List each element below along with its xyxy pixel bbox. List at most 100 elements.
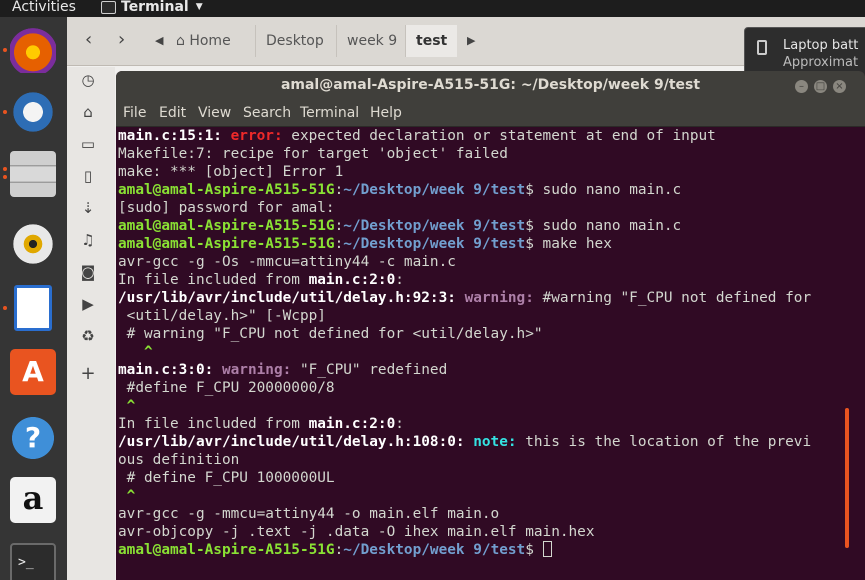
terminal-line: ^ <box>118 397 843 415</box>
terminal-text: make: *** [object] Error 1 <box>118 164 344 180</box>
breadcrumb-week9[interactable]: week 9 <box>336 25 407 57</box>
terminal-text: ~/Desktop/week 9/test <box>343 218 526 234</box>
terminal-line: amal@amal-Aspire-A515-51G:~/Desktop/week… <box>118 217 843 235</box>
terminal-text: In file included from <box>118 272 309 288</box>
terminal-line: /usr/lib/avr/include/util/delay.h:108:0:… <box>118 433 843 451</box>
back-icon[interactable]: ‹ <box>85 29 92 50</box>
terminal-line: ^ <box>118 487 843 505</box>
downloads-icon[interactable]: ⇣ <box>79 199 97 217</box>
chevron-left-icon[interactable]: ◀ <box>155 34 163 47</box>
terminal-line: Makefile:7: recipe for target 'object' f… <box>118 145 843 163</box>
documents-icon[interactable]: ▯ <box>79 167 97 185</box>
terminal-line: avr-objcopy -j .text -j .data -O ihex ma… <box>118 523 843 541</box>
terminal-text: : <box>334 218 344 234</box>
terminal-text: ^ <box>118 344 153 360</box>
terminal-titlebar[interactable]: amal@amal-Aspire-A515-51G: ~/Desktop/wee… <box>116 71 865 101</box>
minimize-icon[interactable]: – <box>795 80 808 93</box>
terminal-text: warning: <box>464 290 543 306</box>
terminal-text: ^ <box>118 488 136 504</box>
terminal-text: expected declaration or statement at end… <box>291 128 716 144</box>
terminal-scrollbar[interactable] <box>845 408 849 548</box>
terminal-text: #define F_CPU 20000000/8 <box>118 380 335 396</box>
terminal-text: : <box>334 236 344 252</box>
terminal-text: [sudo] password for amal: <box>118 200 335 216</box>
terminal-line: ^ <box>118 343 843 361</box>
terminal-text: error: <box>230 128 292 144</box>
terminal-text: : <box>334 542 344 558</box>
forward-icon[interactable]: › <box>118 29 125 50</box>
terminal-text: $ sudo nano main.c <box>525 218 682 234</box>
menu-terminal[interactable]: Terminal <box>300 105 359 121</box>
menu-search[interactable]: Search <box>243 105 291 121</box>
terminal-text: avr-objcopy -j .text -j .data -O ihex ma… <box>118 524 595 540</box>
running-indicator <box>3 167 7 171</box>
writer-icon[interactable] <box>14 285 52 331</box>
terminal-text: main.c:15:1: <box>118 128 231 144</box>
files-icon[interactable] <box>10 151 56 197</box>
terminal-text: avr-gcc -g -Os -mmcu=attiny44 -c main.c <box>118 254 456 270</box>
menu-view[interactable]: View <box>198 105 231 121</box>
terminal-text: # define F_CPU 1000000UL <box>118 470 335 486</box>
terminal-line: avr-gcc -g -mmcu=attiny44 -o main.elf ma… <box>118 505 843 523</box>
terminal-line: #define F_CPU 20000000/8 <box>118 379 843 397</box>
terminal-text: $ sudo nano main.c <box>525 182 682 198</box>
pictures-icon[interactable]: ◙ <box>79 263 97 281</box>
rhythmbox-icon[interactable] <box>10 221 56 267</box>
amazon-icon[interactable]: a <box>10 477 56 523</box>
app-menu-label: Terminal <box>121 0 189 15</box>
videos-icon[interactable]: ▶ <box>79 295 97 313</box>
other-locations-icon[interactable]: + <box>79 365 97 383</box>
app-menu[interactable]: Terminal ▼ <box>101 0 203 15</box>
breadcrumb-test[interactable]: test <box>405 25 458 57</box>
home-icon[interactable]: ⌂ <box>79 103 97 121</box>
terminal-text: /usr/lib/avr/include/util/delay.h:92:3: <box>118 290 465 306</box>
battery-icon <box>757 40 767 55</box>
terminal-text: ~/Desktop/week 9/test <box>343 182 526 198</box>
terminal-line: # warning "F_CPU not defined for <util/d… <box>118 325 843 343</box>
terminal-text: this is the location of the previ <box>525 434 812 450</box>
help-icon[interactable]: ? <box>10 415 56 461</box>
terminal-line: amal@amal-Aspire-A515-51G:~/Desktop/week… <box>118 181 843 199</box>
firefox-icon[interactable] <box>10 27 56 73</box>
desktop-icon[interactable]: ▭ <box>79 135 97 153</box>
top-panel: Activities Terminal ▼ <box>0 0 865 17</box>
recent-icon[interactable]: ◷ <box>79 71 97 89</box>
activities-button[interactable]: Activities <box>12 0 76 15</box>
terminal-dock-icon[interactable]: >_ <box>10 543 56 580</box>
menu-help[interactable]: Help <box>370 105 402 121</box>
terminal-text: amal@amal-Aspire-A515-51G <box>118 236 335 252</box>
terminal-output[interactable]: main.c:15:1: error: expected declaration… <box>118 127 843 559</box>
ubuntu-software-icon[interactable]: A <box>10 349 56 395</box>
running-indicator <box>3 175 7 179</box>
close-icon[interactable]: × <box>833 80 846 93</box>
terminal-line: make: *** [object] Error 1 <box>118 163 843 181</box>
breadcrumb-home[interactable]: ⌂ Home <box>166 25 241 57</box>
music-icon[interactable]: ♫ <box>79 231 97 249</box>
menu-file[interactable]: File <box>123 105 146 121</box>
terminal-icon <box>101 0 116 14</box>
terminal-text: : <box>395 416 404 432</box>
thunderbird-icon[interactable] <box>10 89 56 135</box>
trash-icon[interactable]: ♻ <box>79 327 97 345</box>
notification-body: Approximat <box>783 55 859 70</box>
terminal-text: In file included from <box>118 416 309 432</box>
terminal-text: "F_CPU" redefined <box>299 362 448 378</box>
running-indicator <box>3 48 7 52</box>
terminal-line: main.c:3:0: warning: "F_CPU" redefined <box>118 361 843 379</box>
maximize-icon[interactable]: □ <box>814 80 827 93</box>
terminal-text: main.c:2:0 <box>308 272 396 288</box>
terminal-menubar: File Edit View Search Terminal Help <box>116 101 865 127</box>
menu-edit[interactable]: Edit <box>159 105 186 121</box>
terminal-line: avr-gcc -g -Os -mmcu=attiny44 -c main.c <box>118 253 843 271</box>
terminal-line: /usr/lib/avr/include/util/delay.h:92:3: … <box>118 289 843 307</box>
terminal-text: ~/Desktop/week 9/test <box>343 236 526 252</box>
terminal-text: ~/Desktop/week 9/test <box>343 542 526 558</box>
chevron-right-icon[interactable]: ▶ <box>467 34 475 47</box>
notification-title: Laptop batt <box>783 38 859 53</box>
terminal-text: : <box>334 182 344 198</box>
text-cursor <box>542 541 552 557</box>
terminal-text: avr-gcc -g -mmcu=attiny44 -o main.elf ma… <box>118 506 500 522</box>
running-indicator <box>3 110 7 114</box>
terminal-line: <util/delay.h>" [-Wcpp] <box>118 307 843 325</box>
breadcrumb-desktop[interactable]: Desktop <box>255 25 334 57</box>
